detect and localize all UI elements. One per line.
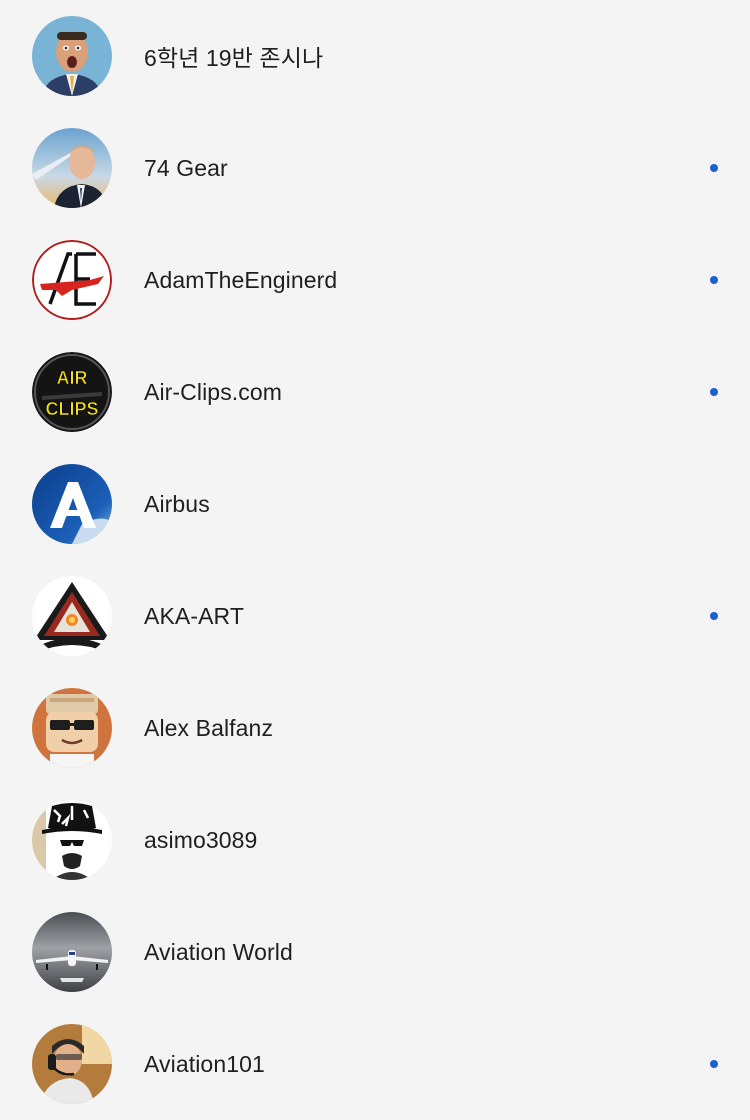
channel-row[interactable]: AIR CLIPS Air-Clips.com [0, 336, 750, 448]
cockpit-pilot-icon [32, 1024, 112, 1104]
air-clips-logo-icon: AIR CLIPS [32, 352, 112, 432]
channel-row[interactable]: 6학년 19반 존시나 [0, 0, 750, 112]
channel-row[interactable]: AKA-ART [0, 560, 750, 672]
cena-avatar-icon [32, 16, 112, 96]
channel-row[interactable]: AdamTheEnginerd [0, 224, 750, 336]
pilot-avatar-icon [32, 128, 112, 208]
airplane-runway-icon [32, 912, 112, 992]
hat-avatar-icon [32, 800, 112, 880]
svg-text:CLIPS: CLIPS [45, 399, 98, 419]
new-content-dot [710, 164, 718, 172]
channel-name: Air-Clips.com [144, 378, 283, 405]
channel-row[interactable]: 74 Gear [0, 112, 750, 224]
subscriptions-list: 6학년 19반 존시나 74 Gear AdamTheEnginerd AIR … [0, 0, 750, 1120]
channel-name: AdamTheEnginerd [144, 266, 338, 293]
channel-row[interactable]: asimo3089 [0, 784, 750, 896]
new-content-dot [710, 276, 718, 284]
airbus-logo-icon [32, 464, 112, 544]
channel-name: 6학년 19반 존시나 [144, 45, 324, 71]
channel-name: Aviation101 [144, 1050, 265, 1077]
channel-name: Aviation World [144, 938, 293, 965]
aka-art-logo-icon [32, 576, 112, 656]
channel-name: asimo3089 [144, 826, 258, 853]
roblox-avatar-icon [32, 688, 112, 768]
channel-name: Airbus [144, 490, 210, 517]
new-content-dot [710, 612, 718, 620]
ae-logo-icon [32, 240, 112, 320]
channel-row[interactable]: Aviation101 [0, 1008, 750, 1120]
channel-row[interactable]: Alex Balfanz [0, 672, 750, 784]
channel-name: Alex Balfanz [144, 714, 274, 741]
channel-row[interactable]: Aviation World [0, 896, 750, 1008]
new-content-dot [710, 388, 718, 396]
new-content-dot [710, 1060, 718, 1068]
channel-row[interactable]: Airbus [0, 448, 750, 560]
channel-name: AKA-ART [144, 602, 244, 629]
channel-name: 74 Gear [144, 154, 228, 181]
svg-text:AIR: AIR [57, 368, 88, 388]
